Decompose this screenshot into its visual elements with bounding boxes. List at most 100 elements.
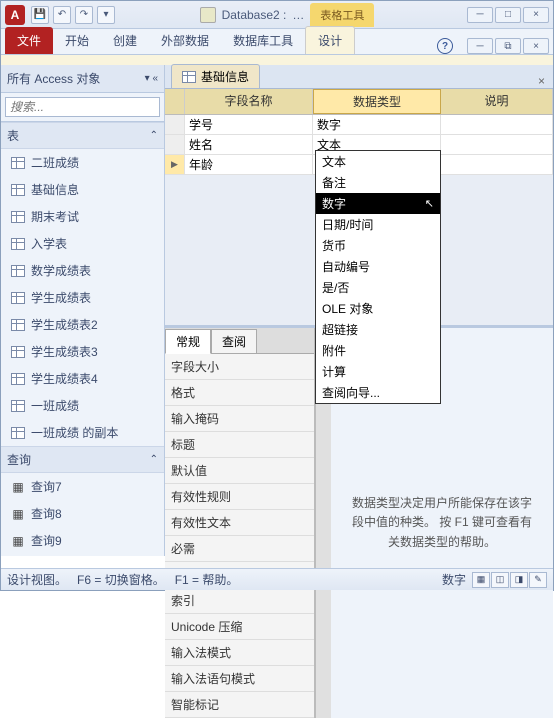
tab-create[interactable]: 创建 — [101, 27, 149, 54]
property-row[interactable]: 字段大小 — [165, 354, 314, 380]
row-selector[interactable] — [165, 135, 185, 154]
navigation-pane: 所有 Access 对象 ▾ « 表 ⌃ 二班成绩基础信息期末考试入学表数学成绩… — [1, 65, 165, 556]
view-pivot[interactable]: ◫ — [491, 572, 509, 588]
tab-external[interactable]: 外部数据 — [149, 27, 221, 54]
nav-group-tables[interactable]: 表 ⌃ — [1, 122, 164, 149]
property-row[interactable]: 有效性规则 — [165, 484, 314, 510]
tab-file[interactable]: 文件 — [5, 27, 53, 54]
database-name: Database2 : — [222, 8, 287, 22]
tab-home[interactable]: 开始 — [53, 27, 101, 54]
mdi-min[interactable]: ─ — [467, 38, 493, 54]
quick-access-toolbar: 💾 ↶ ↷ ▾ — [31, 6, 115, 24]
col-desc[interactable]: 说明 — [441, 89, 553, 114]
nav-query-item[interactable]: ▦查询9 — [1, 527, 164, 554]
status-view: 设计视图。 — [7, 571, 67, 588]
mdi-close[interactable]: × — [523, 38, 549, 54]
dropdown-item[interactable]: 附件 — [316, 340, 440, 361]
nav-item-label: 基础信息 — [31, 181, 79, 198]
undo-icon[interactable]: ↶ — [53, 6, 71, 24]
dropdown-item[interactable]: 计算 — [316, 361, 440, 382]
grid-row[interactable]: 学号数字 — [165, 115, 553, 135]
cell-field[interactable]: 学号 — [185, 115, 313, 134]
cell-field[interactable]: 姓名 — [185, 135, 313, 154]
dropdown-item[interactable]: 日期/时间 — [316, 214, 440, 235]
status-f1: F1 = 帮助。 — [175, 571, 239, 588]
nav-table-item[interactable]: 学生成绩表2 — [1, 311, 164, 338]
row-selector[interactable] — [165, 115, 185, 134]
minimize-button[interactable]: ─ — [467, 7, 493, 23]
dropdown-item[interactable]: 备注 — [316, 172, 440, 193]
col-type[interactable]: 数据类型 — [313, 89, 441, 114]
title-ellipsis: … — [292, 8, 304, 22]
property-row[interactable]: 格式 — [165, 380, 314, 406]
property-row[interactable]: Unicode 压缩 — [165, 614, 314, 640]
property-row[interactable]: 有效性文本 — [165, 510, 314, 536]
dropdown-item[interactable]: 文本 — [316, 151, 440, 172]
save-icon[interactable]: 💾 — [31, 6, 49, 24]
cell-desc[interactable] — [441, 135, 553, 154]
tab-lookup[interactable]: 查阅 — [211, 329, 257, 354]
mdi-restore[interactable]: ⧉ — [495, 38, 521, 54]
nav-item-label: 一班成绩 的副本 — [31, 424, 118, 441]
nav-item-label: 查询9 — [31, 532, 62, 549]
nav-table-item[interactable]: 数学成绩表 — [1, 257, 164, 284]
property-row[interactable]: 智能标记 — [165, 692, 314, 718]
status-mode: 数字 — [442, 571, 466, 588]
view-design[interactable]: ✎ — [529, 572, 547, 588]
doc-close-icon[interactable]: × — [534, 74, 549, 88]
dropdown-item[interactable]: 自动编号 — [316, 256, 440, 277]
nav-query-item[interactable]: ▦时间日期转换 — [1, 554, 164, 556]
property-row[interactable]: 必需 — [165, 536, 314, 562]
datatype-dropdown[interactable]: 文本备注数字↖日期/时间货币自动编号是/否OLE 对象超链接附件计算查阅向导..… — [315, 150, 441, 404]
nav-table-item[interactable]: 学生成绩表 — [1, 284, 164, 311]
nav-collapse-icon[interactable]: ▾ « — [145, 73, 158, 84]
row-selector[interactable]: ▶ — [165, 155, 185, 174]
col-field[interactable]: 字段名称 — [185, 89, 313, 114]
nav-query-item[interactable]: ▦查询7 — [1, 473, 164, 500]
dropdown-item[interactable]: 货币 — [316, 235, 440, 256]
cell-desc[interactable] — [441, 115, 553, 134]
tab-design[interactable]: 设计 — [305, 26, 355, 54]
nav-table-item[interactable]: 基础信息 — [1, 176, 164, 203]
qat-more-icon[interactable]: ▾ — [97, 6, 115, 24]
nav-table-item[interactable]: 一班成绩 的副本 — [1, 419, 164, 446]
search-input[interactable] — [5, 97, 160, 117]
nav-table-item[interactable]: 期末考试 — [1, 203, 164, 230]
dropdown-item[interactable]: 超链接 — [316, 319, 440, 340]
nav-group-queries[interactable]: 查询 ⌃ — [1, 446, 164, 473]
query-icon: ▦ — [11, 507, 25, 521]
cell-type[interactable]: 数字 — [313, 115, 441, 134]
property-row[interactable]: 默认值 — [165, 458, 314, 484]
row-selector-header[interactable] — [165, 89, 185, 114]
nav-table-item[interactable]: 一班成绩 — [1, 392, 164, 419]
view-chart[interactable]: ◨ — [510, 572, 528, 588]
nav-query-item[interactable]: ▦查询8 — [1, 500, 164, 527]
ribbon-tabs: 文件 开始 创建 外部数据 数据库工具 设计 ? ─ ⧉ × — [1, 29, 553, 55]
nav-header-label: 所有 Access 对象 — [7, 70, 100, 87]
nav-table-item[interactable]: 学生成绩表4 — [1, 365, 164, 392]
tab-dbtools[interactable]: 数据库工具 — [221, 27, 305, 54]
dropdown-item[interactable]: 数字↖ — [316, 193, 440, 214]
nav-table-item[interactable]: 学生成绩表3 — [1, 338, 164, 365]
maximize-button[interactable]: □ — [495, 7, 521, 23]
doc-tab-active[interactable]: 基础信息 — [171, 64, 260, 88]
redo-icon[interactable]: ↷ — [75, 6, 93, 24]
nav-table-item[interactable]: 入学表 — [1, 230, 164, 257]
property-row[interactable]: 标题 — [165, 432, 314, 458]
dropdown-item[interactable]: 查阅向导... — [316, 382, 440, 403]
property-row[interactable]: 索引 — [165, 588, 314, 614]
property-row[interactable]: 输入掩码 — [165, 406, 314, 432]
help-icon[interactable]: ? — [437, 38, 453, 54]
property-row[interactable]: 输入法语句模式 — [165, 666, 314, 692]
dropdown-item[interactable]: 是/否 — [316, 277, 440, 298]
dropdown-item[interactable]: OLE 对象 — [316, 298, 440, 319]
close-button[interactable]: × — [523, 7, 549, 23]
view-datasheet[interactable]: ▦ — [472, 572, 490, 588]
property-row[interactable]: 输入法模式 — [165, 640, 314, 666]
tab-general[interactable]: 常规 — [165, 329, 211, 354]
nav-header[interactable]: 所有 Access 对象 ▾ « — [1, 65, 164, 93]
nav-table-item[interactable]: 二班成绩 — [1, 149, 164, 176]
cell-field[interactable]: 年龄 — [185, 155, 313, 174]
cell-desc[interactable] — [441, 155, 553, 174]
nav-item-label: 数学成绩表 — [31, 262, 91, 279]
